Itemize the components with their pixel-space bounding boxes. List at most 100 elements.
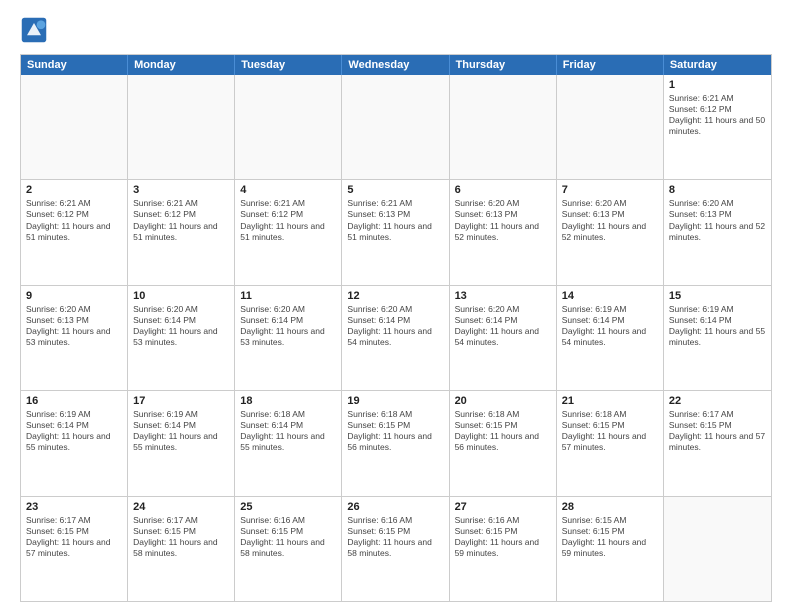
day-number: 14: [562, 290, 658, 302]
day-detail: Sunrise: 6:20 AM Sunset: 6:14 PM Dayligh…: [133, 304, 229, 348]
day-number: 8: [669, 184, 766, 196]
calendar-cell-16: 16 Sunrise: 6:19 AM Sunset: 6:14 PM Dayli…: [21, 391, 128, 495]
day-detail: Sunrise: 6:19 AM Sunset: 6:14 PM Dayligh…: [26, 409, 122, 453]
day-number: 28: [562, 501, 658, 513]
calendar-cell-21: 21 Sunrise: 6:18 AM Sunset: 6:15 PM Dayli…: [557, 391, 664, 495]
day-detail: Sunrise: 6:18 AM Sunset: 6:15 PM Dayligh…: [347, 409, 443, 453]
day-number: 22: [669, 395, 766, 407]
header-day-friday: Friday: [557, 55, 664, 75]
day-detail: Sunrise: 6:15 AM Sunset: 6:15 PM Dayligh…: [562, 515, 658, 559]
day-detail: Sunrise: 6:20 AM Sunset: 6:13 PM Dayligh…: [26, 304, 122, 348]
day-detail: Sunrise: 6:21 AM Sunset: 6:12 PM Dayligh…: [669, 93, 766, 137]
day-number: 15: [669, 290, 766, 302]
day-number: 27: [455, 501, 551, 513]
day-number: 26: [347, 501, 443, 513]
day-detail: Sunrise: 6:16 AM Sunset: 6:15 PM Dayligh…: [240, 515, 336, 559]
day-number: 1: [669, 79, 766, 91]
calendar-header: SundayMondayTuesdayWednesdayThursdayFrid…: [21, 55, 771, 75]
day-detail: Sunrise: 6:16 AM Sunset: 6:15 PM Dayligh…: [455, 515, 551, 559]
day-number: 5: [347, 184, 443, 196]
day-number: 9: [26, 290, 122, 302]
calendar-cell-14: 14Sunrise: 6:19 AM Sunset: 6:14 PM Dayli…: [557, 286, 664, 390]
calendar-cell-6: 6 Sunrise: 6:20 AM Sunset: 6:13 PM Daylig…: [450, 180, 557, 284]
calendar-cell-10: 10 Sunrise: 6:20 AM Sunset: 6:14 PM Dayli…: [128, 286, 235, 390]
calendar-cell-empty-4-6: [664, 497, 771, 601]
calendar-cell-2: 2Sunrise: 6:21 AM Sunset: 6:12 PM Daylig…: [21, 180, 128, 284]
day-number: 4: [240, 184, 336, 196]
page: SundayMondayTuesdayWednesdayThursdayFrid…: [0, 0, 792, 612]
day-number: 24: [133, 501, 229, 513]
header-day-wednesday: Wednesday: [342, 55, 449, 75]
header-day-saturday: Saturday: [664, 55, 771, 75]
calendar-cell-3: 3 Sunrise: 6:21 AM Sunset: 6:12 PM Daylig…: [128, 180, 235, 284]
day-detail: Sunrise: 6:17 AM Sunset: 6:15 PM Dayligh…: [669, 409, 766, 453]
calendar-cell-empty-0-0: [21, 75, 128, 179]
calendar-cell-20: 20 Sunrise: 6:18 AM Sunset: 6:15 PM Dayli…: [450, 391, 557, 495]
day-number: 10: [133, 290, 229, 302]
day-number: 21: [562, 395, 658, 407]
day-detail: Sunrise: 6:20 AM Sunset: 6:13 PM Dayligh…: [669, 198, 766, 242]
calendar-cell-24: 24 Sunrise: 6:17 AM Sunset: 6:15 PM Dayli…: [128, 497, 235, 601]
day-detail: Sunrise: 6:21 AM Sunset: 6:12 PM Dayligh…: [26, 198, 122, 242]
calendar-row-1: 2Sunrise: 6:21 AM Sunset: 6:12 PM Daylig…: [21, 179, 771, 284]
logo: [20, 16, 52, 44]
day-detail: Sunrise: 6:20 AM Sunset: 6:14 PM Dayligh…: [240, 304, 336, 348]
header-day-thursday: Thursday: [450, 55, 557, 75]
header-day-monday: Monday: [128, 55, 235, 75]
day-number: 23: [26, 501, 122, 513]
calendar: SundayMondayTuesdayWednesdayThursdayFrid…: [20, 54, 772, 602]
day-detail: Sunrise: 6:18 AM Sunset: 6:14 PM Dayligh…: [240, 409, 336, 453]
header: [20, 16, 772, 44]
calendar-row-3: 16 Sunrise: 6:19 AM Sunset: 6:14 PM Dayli…: [21, 390, 771, 495]
day-number: 20: [455, 395, 551, 407]
day-number: 25: [240, 501, 336, 513]
header-day-tuesday: Tuesday: [235, 55, 342, 75]
calendar-cell-17: 17Sunrise: 6:19 AM Sunset: 6:14 PM Dayli…: [128, 391, 235, 495]
day-detail: Sunrise: 6:16 AM Sunset: 6:15 PM Dayligh…: [347, 515, 443, 559]
day-detail: Sunrise: 6:20 AM Sunset: 6:14 PM Dayligh…: [347, 304, 443, 348]
calendar-cell-1: 1 Sunrise: 6:21 AM Sunset: 6:12 PM Daylig…: [664, 75, 771, 179]
calendar-cell-25: 25 Sunrise: 6:16 AM Sunset: 6:15 PM Dayli…: [235, 497, 342, 601]
calendar-body: 1 Sunrise: 6:21 AM Sunset: 6:12 PM Daylig…: [21, 75, 771, 601]
day-number: 16: [26, 395, 122, 407]
day-number: 11: [240, 290, 336, 302]
calendar-cell-28: 28 Sunrise: 6:15 AM Sunset: 6:15 PM Dayli…: [557, 497, 664, 601]
calendar-cell-7: 7 Sunrise: 6:20 AM Sunset: 6:13 PM Daylig…: [557, 180, 664, 284]
day-number: 7: [562, 184, 658, 196]
calendar-cell-22: 22 Sunrise: 6:17 AM Sunset: 6:15 PM Dayli…: [664, 391, 771, 495]
day-number: 12: [347, 290, 443, 302]
day-detail: Sunrise: 6:19 AM Sunset: 6:14 PM Dayligh…: [669, 304, 766, 348]
day-detail: Sunrise: 6:21 AM Sunset: 6:13 PM Dayligh…: [347, 198, 443, 242]
calendar-cell-4: 4 Sunrise: 6:21 AM Sunset: 6:12 PM Daylig…: [235, 180, 342, 284]
calendar-cell-empty-0-1: [128, 75, 235, 179]
day-detail: Sunrise: 6:20 AM Sunset: 6:13 PM Dayligh…: [562, 198, 658, 242]
day-number: 6: [455, 184, 551, 196]
day-detail: Sunrise: 6:18 AM Sunset: 6:15 PM Dayligh…: [455, 409, 551, 453]
header-day-sunday: Sunday: [21, 55, 128, 75]
calendar-cell-8: 8 Sunrise: 6:20 AM Sunset: 6:13 PM Daylig…: [664, 180, 771, 284]
calendar-cell-15: 15 Sunrise: 6:19 AM Sunset: 6:14 PM Dayli…: [664, 286, 771, 390]
calendar-cell-empty-0-4: [450, 75, 557, 179]
calendar-cell-13: 13Sunrise: 6:20 AM Sunset: 6:14 PM Dayli…: [450, 286, 557, 390]
calendar-cell-empty-0-5: [557, 75, 664, 179]
calendar-cell-27: 27 Sunrise: 6:16 AM Sunset: 6:15 PM Dayli…: [450, 497, 557, 601]
day-detail: Sunrise: 6:21 AM Sunset: 6:12 PM Dayligh…: [133, 198, 229, 242]
day-number: 19: [347, 395, 443, 407]
calendar-cell-18: 18 Sunrise: 6:18 AM Sunset: 6:14 PM Dayli…: [235, 391, 342, 495]
logo-icon: [20, 16, 48, 44]
day-detail: Sunrise: 6:17 AM Sunset: 6:15 PM Dayligh…: [133, 515, 229, 559]
calendar-cell-empty-0-2: [235, 75, 342, 179]
day-detail: Sunrise: 6:20 AM Sunset: 6:13 PM Dayligh…: [455, 198, 551, 242]
calendar-cell-12: 12 Sunrise: 6:20 AM Sunset: 6:14 PM Dayli…: [342, 286, 449, 390]
calendar-cell-11: 11 Sunrise: 6:20 AM Sunset: 6:14 PM Dayli…: [235, 286, 342, 390]
day-detail: Sunrise: 6:21 AM Sunset: 6:12 PM Dayligh…: [240, 198, 336, 242]
day-detail: Sunrise: 6:18 AM Sunset: 6:15 PM Dayligh…: [562, 409, 658, 453]
calendar-row-2: 9 Sunrise: 6:20 AM Sunset: 6:13 PM Daylig…: [21, 285, 771, 390]
day-number: 3: [133, 184, 229, 196]
calendar-cell-5: 5 Sunrise: 6:21 AM Sunset: 6:13 PM Daylig…: [342, 180, 449, 284]
calendar-cell-19: 19 Sunrise: 6:18 AM Sunset: 6:15 PM Dayli…: [342, 391, 449, 495]
calendar-cell-23: 23Sunrise: 6:17 AM Sunset: 6:15 PM Dayli…: [21, 497, 128, 601]
calendar-cell-9: 9 Sunrise: 6:20 AM Sunset: 6:13 PM Daylig…: [21, 286, 128, 390]
day-number: 18: [240, 395, 336, 407]
day-detail: Sunrise: 6:20 AM Sunset: 6:14 PM Dayligh…: [455, 304, 551, 348]
